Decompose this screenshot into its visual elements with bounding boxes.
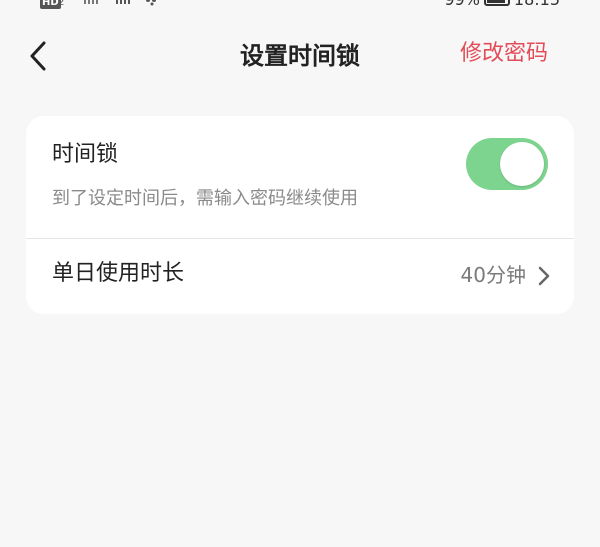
daily-usage-label: 单日使用时长 [52,261,185,286]
daily-usage-row[interactable]: 单日使用时长 40分钟 [26,239,574,314]
status-right: 99% 18:15 [444,0,560,8]
nav-bar: 设置时间锁 修改密码 [0,28,600,84]
settings-card: 时间锁 到了设定时间后，需输入密码继续使用 单日使用时长 40分钟 [26,116,574,314]
wifi-icon [146,0,156,6]
chevron-right-icon [538,266,550,286]
time-lock-title: 时间锁 [52,142,119,167]
daily-usage-value: 40分钟 [460,263,526,287]
time-lock-description: 到了设定时间后，需输入密码继续使用 [52,188,358,209]
signal-icon [84,0,98,4]
status-bar: HD 2 99% 18:15 [0,0,600,14]
battery-percent: 99% [444,0,480,8]
battery-icon [483,0,510,6]
signal-icon-2 [116,0,130,4]
time-lock-row: 时间锁 到了设定时间后，需输入密码继续使用 [26,116,574,238]
hd-sub-indicator: 2 [58,0,65,8]
back-button[interactable] [20,36,56,76]
chevron-left-icon [30,41,46,71]
change-password-button[interactable]: 修改密码 [460,38,548,70]
toggle-knob [500,142,544,186]
clock: 18:15 [514,0,560,8]
time-lock-toggle[interactable] [466,138,548,190]
